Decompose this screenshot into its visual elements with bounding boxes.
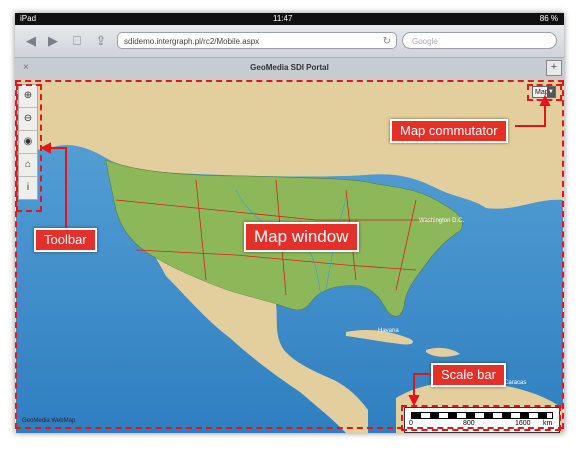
callout-arrows [39, 94, 551, 407]
